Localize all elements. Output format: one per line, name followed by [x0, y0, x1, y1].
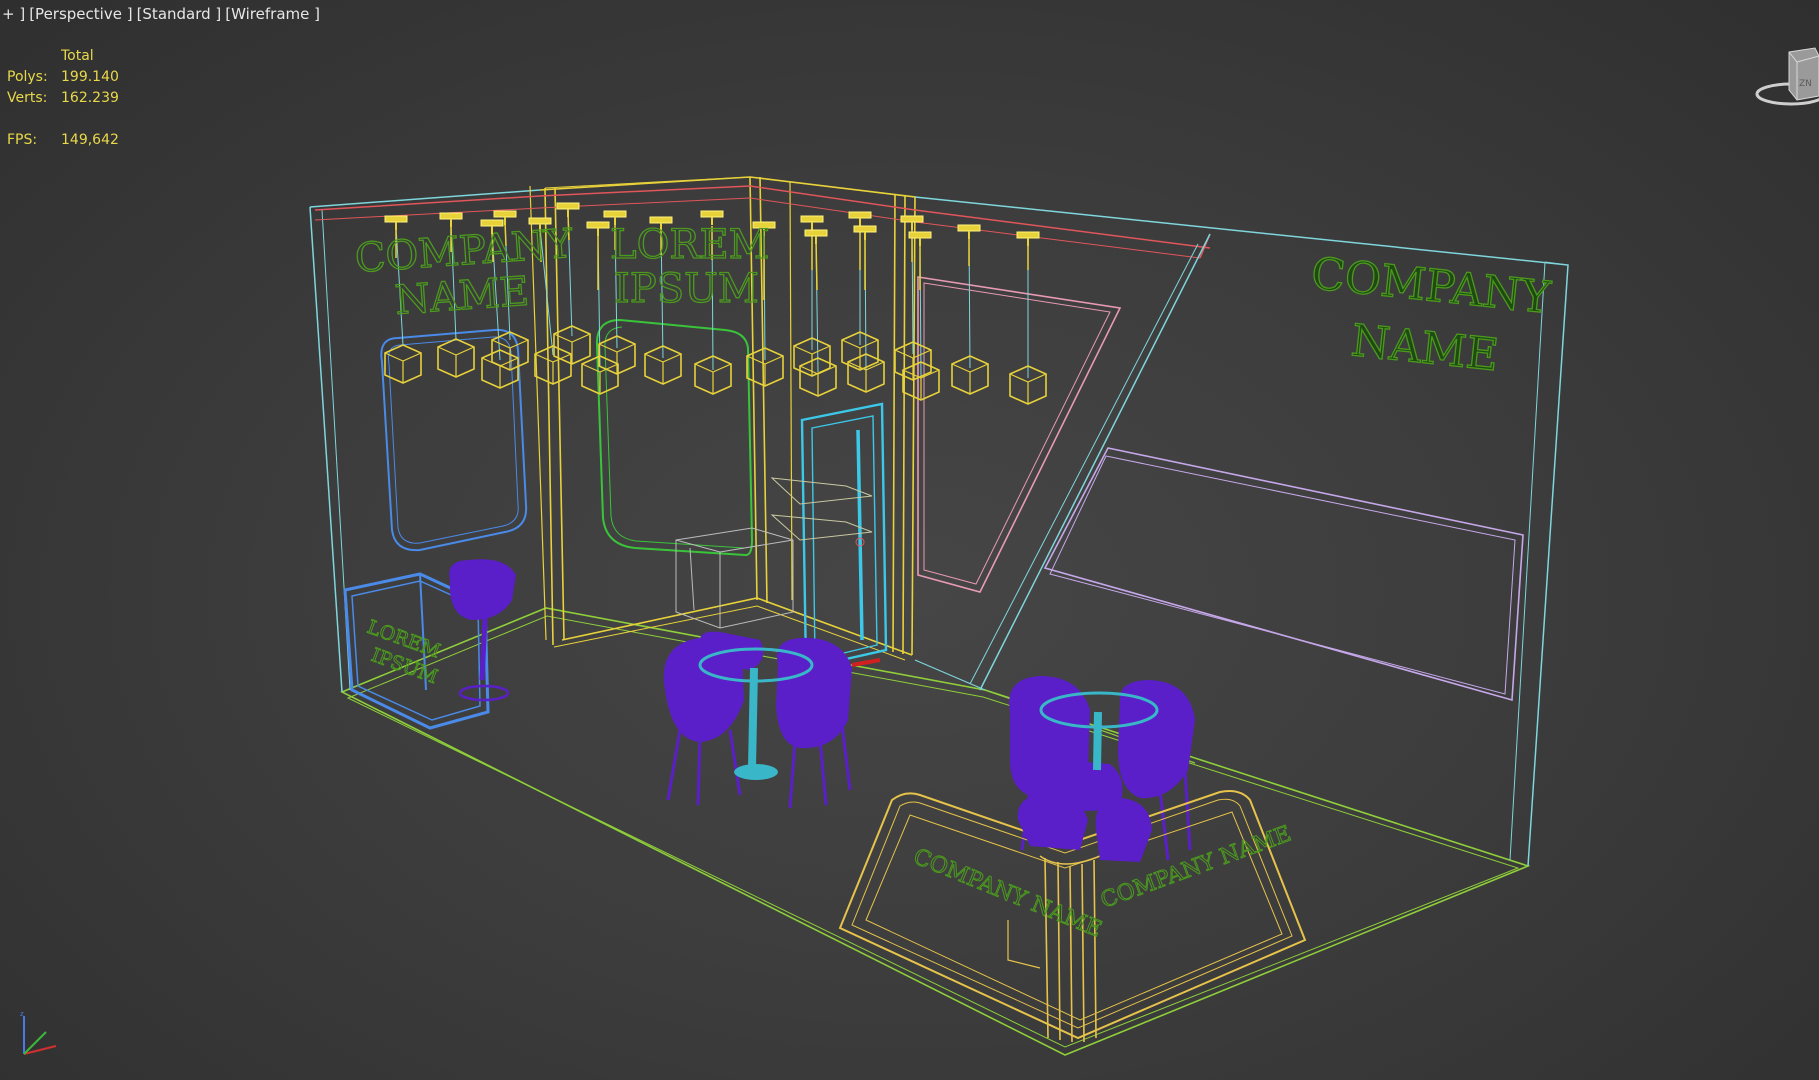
viewport-shading-button[interactable]: [Standard ] — [137, 5, 222, 23]
door-shelves — [770, 477, 873, 547]
pink-wall-panel — [917, 276, 1122, 593]
svg-text:ZN: ZN — [1799, 79, 1812, 89]
stats-polys-label: Polys: — [7, 69, 48, 85]
stats-fps-row: FPS: 149,642 — [7, 130, 119, 151]
storage-door — [800, 402, 888, 670]
stats-verts-label: Verts: — [7, 90, 48, 106]
viewport-display-button[interactable]: [Wireframe ] — [225, 5, 320, 23]
table-group-left — [663, 631, 852, 809]
reception-chair — [449, 559, 516, 702]
left-wall-logo: COMPANY NAME — [353, 220, 575, 324]
viewport-label[interactable]: + ] [Perspective ] [Standard ] [Wirefram… — [2, 5, 320, 23]
stats-polys-row: Polys: 199.140 — [7, 67, 119, 88]
axis-tripod-icon: z — [20, 1010, 57, 1055]
lavender-wall-panel — [1043, 447, 1524, 702]
stats-fps-value: 149,642 — [61, 132, 119, 148]
svg-text:LOREM: LOREM — [610, 222, 770, 268]
svg-text:IPSUM: IPSUM — [614, 266, 759, 312]
center-wall-screen — [595, 318, 754, 557]
stats-fps-label: FPS: — [7, 132, 38, 148]
scene-statistics: Total Polys: 199.140 Verts: 162.239 FPS:… — [7, 46, 119, 151]
svg-text:z: z — [20, 1010, 24, 1018]
center-wall-logo: LOREM IPSUM — [609, 221, 770, 312]
door-threshold — [851, 658, 881, 667]
viewport-menu-button[interactable]: + ] — [2, 5, 25, 23]
stats-verts-value: 162.239 — [61, 90, 119, 106]
svg-text:NAME: NAME — [1349, 315, 1501, 381]
stats-header: Total — [61, 48, 94, 64]
svg-text:NAME: NAME — [393, 269, 530, 324]
stats-verts-row: Verts: 162.239 — [7, 88, 119, 109]
floor-outline — [340, 607, 1531, 1056]
right-wall-logo: COMPANY NAME — [1308, 248, 1554, 382]
stats-polys-value: 199.140 — [61, 69, 119, 85]
viewcube-icon[interactable]: ZN — [1749, 44, 1819, 114]
viewport-pov-button[interactable]: [Perspective ] — [29, 5, 132, 23]
wireframe-scene[interactable]: COMPANY NAME LOREM IPSUM COMPANY NAME LO… — [0, 0, 1819, 1080]
3d-viewport[interactable]: COMPANY NAME LOREM IPSUM COMPANY NAME LO… — [0, 0, 1819, 1080]
